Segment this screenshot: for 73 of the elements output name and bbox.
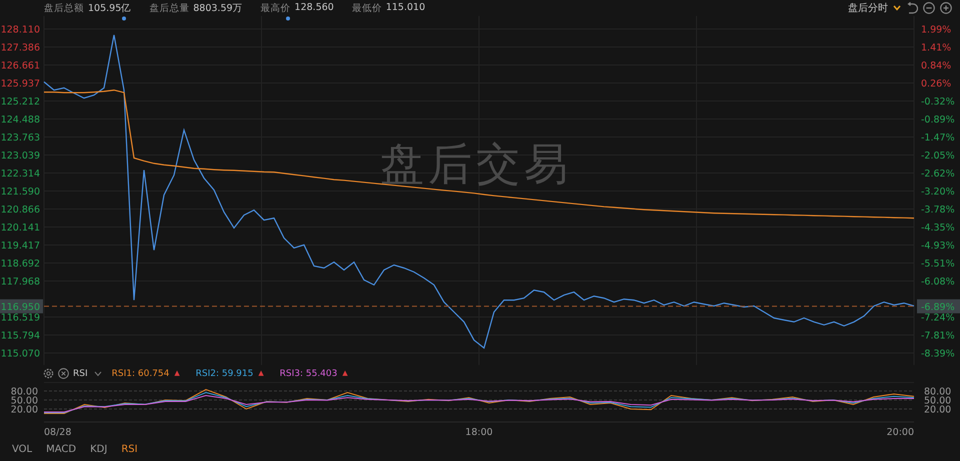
time-tick: 18:00 bbox=[465, 427, 493, 438]
rsi-tick: 50.00 bbox=[924, 396, 952, 406]
stat-value: 128.560 bbox=[294, 2, 334, 14]
current-change-tag: -6.89% bbox=[917, 299, 960, 314]
price-tick: 116.519 bbox=[0, 312, 40, 324]
close-icon[interactable] bbox=[58, 368, 69, 379]
stat-label: 最高价 bbox=[260, 2, 291, 14]
stat-label: 盘后总额 bbox=[44, 2, 84, 14]
indicator-tab[interactable]: KDJ bbox=[90, 444, 108, 455]
percent-tick: 1.99% bbox=[921, 24, 952, 36]
stat-label: 盘后总量 bbox=[149, 2, 190, 14]
price-tick: 126.661 bbox=[0, 60, 40, 72]
rsi-tick: 80.00 bbox=[924, 386, 952, 398]
indicator-name: RSI bbox=[73, 368, 88, 378]
rsi-tick: 50.00 bbox=[10, 396, 38, 406]
percent-tick: -5.51% bbox=[921, 258, 955, 270]
price-tick: 118.692 bbox=[0, 258, 40, 270]
rsi-tick: 20.00 bbox=[924, 404, 952, 416]
time-tick: 08/28 bbox=[44, 427, 72, 438]
percent-tick: -8.39% bbox=[921, 348, 955, 360]
price-tick: 115.070 bbox=[0, 348, 40, 360]
caret-icon[interactable] bbox=[893, 5, 901, 11]
price-tick: 127.386 bbox=[0, 42, 40, 54]
percent-tick: -0.89% bbox=[921, 114, 955, 126]
plus-circle-icon[interactable] bbox=[940, 2, 952, 14]
price-tick: 124.488 bbox=[0, 114, 40, 126]
settings-icon[interactable] bbox=[43, 368, 54, 379]
price-tick: 117.968 bbox=[0, 276, 40, 288]
price-tick: 122.314 bbox=[0, 168, 40, 180]
event-marker[interactable] bbox=[286, 16, 290, 20]
stat-label: 最低价 bbox=[352, 2, 382, 14]
stat-value: 115.010 bbox=[386, 2, 426, 14]
price-tick: 123.763 bbox=[0, 132, 40, 144]
indicator-tab[interactable]: RSI bbox=[121, 444, 138, 455]
indicator-value: RSI3: 55.403 bbox=[280, 368, 338, 378]
price-tick: 125.212 bbox=[0, 96, 40, 108]
price-tick: 120.141 bbox=[0, 222, 40, 234]
mode-dropdown[interactable]: 盘后分时 bbox=[848, 1, 888, 15]
event-marker[interactable] bbox=[122, 16, 126, 20]
percent-tick: 0.84% bbox=[921, 60, 952, 72]
indicator-value: RSI2: 59.915 bbox=[196, 368, 254, 378]
price-tick: 119.417 bbox=[0, 240, 40, 252]
price-tick: 121.590 bbox=[0, 186, 40, 198]
percent-tick: -6.08% bbox=[921, 276, 955, 288]
percent-tick: -3.20% bbox=[921, 186, 955, 198]
indicator-tab[interactable]: MACD bbox=[46, 444, 76, 455]
price-tick: 115.794 bbox=[0, 330, 40, 342]
percent-tick: 0.26% bbox=[921, 78, 952, 90]
percent-tick: -1.47% bbox=[921, 132, 955, 144]
price-tick: 120.866 bbox=[0, 204, 40, 216]
minus-circle-icon[interactable] bbox=[923, 2, 935, 14]
rsi-tick: 80.00 bbox=[10, 386, 38, 398]
percent-tick: -7.24% bbox=[921, 312, 955, 324]
price-tick: 123.039 bbox=[0, 150, 40, 162]
rsi-tick: 20.00 bbox=[10, 404, 38, 416]
percent-tick: -7.81% bbox=[921, 330, 955, 342]
time-tick: 20:00 bbox=[886, 427, 914, 438]
percent-tick: 1.41% bbox=[921, 42, 952, 54]
chevron-down-icon[interactable] bbox=[94, 370, 102, 376]
stat-value: 8803.59万 bbox=[193, 2, 243, 14]
percent-tick: -3.78% bbox=[921, 204, 955, 216]
undo-icon[interactable] bbox=[906, 2, 918, 14]
indicator-value: RSI1: 60.754 bbox=[112, 368, 170, 378]
price-tick: 125.937 bbox=[0, 78, 40, 90]
percent-tick: -2.62% bbox=[921, 168, 955, 180]
current-price-tag: 116.950 bbox=[0, 299, 43, 314]
percent-tick: -0.32% bbox=[921, 96, 955, 108]
percent-tick: -4.35% bbox=[921, 222, 955, 234]
indicator-tab[interactable]: VOL bbox=[12, 444, 32, 455]
percent-tick: -2.05% bbox=[921, 150, 955, 162]
stat-value: 105.95亿 bbox=[88, 2, 132, 14]
percent-tick: -4.93% bbox=[921, 240, 955, 252]
price-tick: 128.110 bbox=[0, 24, 40, 36]
